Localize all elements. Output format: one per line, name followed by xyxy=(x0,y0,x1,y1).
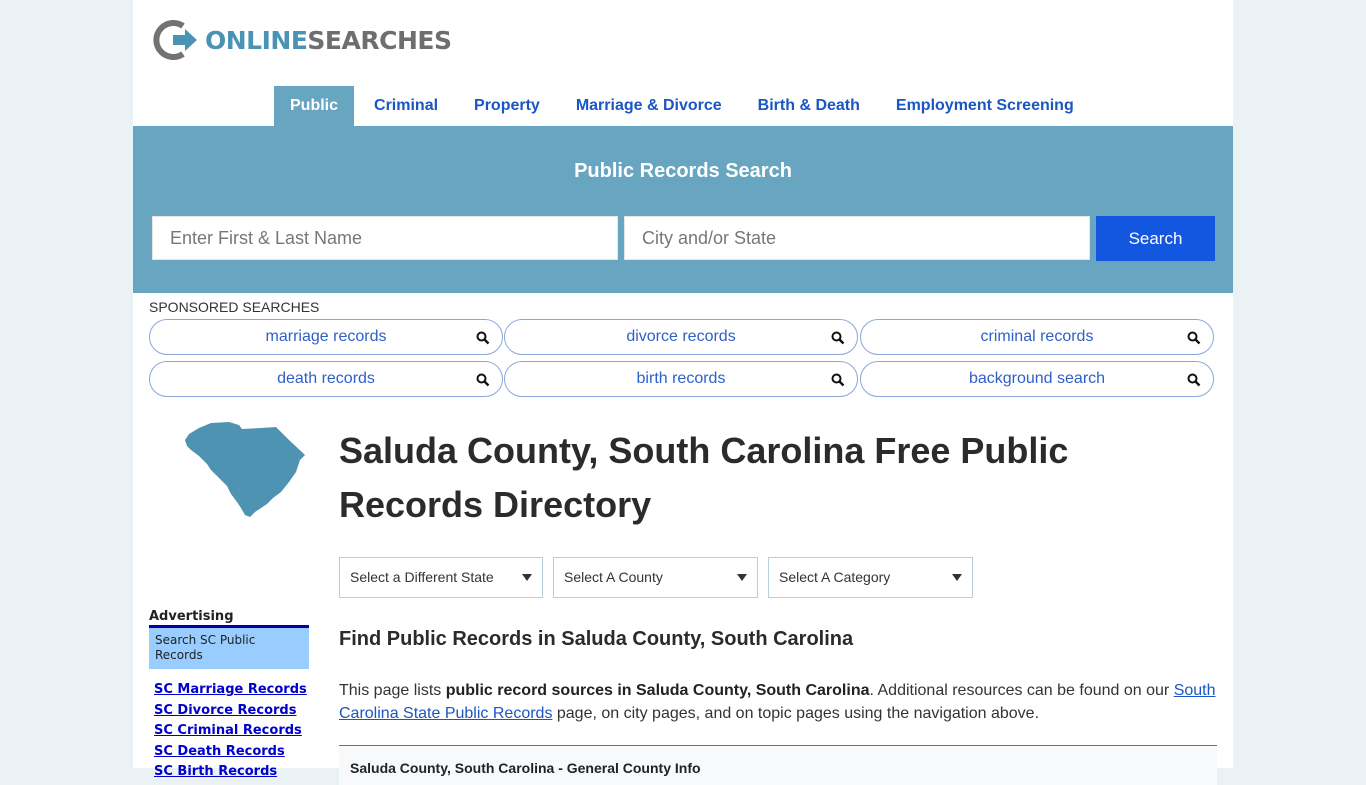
sponsored-criminal-records[interactable]: criminal records xyxy=(860,319,1214,355)
pill-label: divorce records xyxy=(626,328,736,345)
intro-bold: public record sources in Saluda County, … xyxy=(445,682,870,699)
sponsored-marriage-records[interactable]: marriage records xyxy=(149,319,503,355)
county-select[interactable]: Select A County xyxy=(553,557,758,598)
caret-down-icon xyxy=(737,574,747,581)
intro-text: page, on city pages, and on topic pages … xyxy=(552,704,1040,722)
caret-down-icon xyxy=(522,574,532,581)
county-select-value: Select A County xyxy=(564,569,663,585)
sidebar-link-birth[interactable]: SC Birth Records xyxy=(154,762,307,783)
nav-marriage-divorce[interactable]: Marriage & Divorce xyxy=(560,86,738,126)
nav-birth-death[interactable]: Birth & Death xyxy=(742,86,876,126)
category-select[interactable]: Select A Category xyxy=(768,557,973,598)
general-county-info-box: Saluda County, South Carolina - General … xyxy=(339,745,1217,785)
logo-text-searches: SEARCHES xyxy=(307,25,452,55)
search-icon xyxy=(1187,373,1201,387)
pill-label: criminal records xyxy=(980,328,1094,345)
sidebar-link-marriage[interactable]: SC Marriage Records xyxy=(154,680,307,701)
ad-box-title: Search SC Public Records xyxy=(149,625,309,669)
state-select[interactable]: Select a Different State xyxy=(339,557,543,598)
main-nav: Public Criminal Property Marriage & Divo… xyxy=(274,86,1094,126)
nav-employment-screening[interactable]: Employment Screening xyxy=(880,86,1090,126)
sponsored-death-records[interactable]: death records xyxy=(149,361,503,397)
pill-label: death records xyxy=(277,370,375,387)
location-input[interactable] xyxy=(624,216,1090,260)
section-heading: Find Public Records in Saluda County, So… xyxy=(339,628,854,650)
state-select-value: Select a Different State xyxy=(350,569,494,585)
sidebar-link-death[interactable]: SC Death Records xyxy=(154,742,307,763)
sidebar-link-divorce[interactable]: SC Divorce Records xyxy=(154,701,307,722)
search-hero: Public Records Search Search xyxy=(133,126,1233,293)
intro-text: This page lists xyxy=(339,682,446,699)
sponsored-label: SPONSORED SEARCHES xyxy=(149,299,320,315)
sidebar-link-criminal[interactable]: SC Criminal Records xyxy=(154,721,307,742)
sponsored-background-search[interactable]: background search xyxy=(860,361,1214,397)
category-select-value: Select A Category xyxy=(779,569,891,585)
nav-property[interactable]: Property xyxy=(458,86,556,126)
pill-label: marriage records xyxy=(265,328,387,345)
page-container: ONLINESEARCHES Public Criminal Property … xyxy=(133,0,1233,785)
sidebar-links: SC Marriage Records SC Divorce Records S… xyxy=(154,680,307,783)
pill-label: birth records xyxy=(636,370,726,387)
search-icon xyxy=(831,331,845,345)
site-logo[interactable]: ONLINESEARCHES xyxy=(153,18,452,62)
sponsored-divorce-records[interactable]: divorce records xyxy=(504,319,858,355)
logo-power-arrow-icon xyxy=(153,20,197,60)
caret-down-icon xyxy=(952,574,962,581)
intro-text: . Additional resources can be found on o… xyxy=(869,682,1174,699)
search-icon xyxy=(831,373,845,387)
south-carolina-map-icon xyxy=(185,422,305,517)
info-box-title: Saluda County, South Carolina - General … xyxy=(350,760,701,776)
search-icon xyxy=(476,331,490,345)
search-button[interactable]: Search xyxy=(1096,216,1215,261)
name-input[interactable] xyxy=(152,216,618,260)
hero-title: Public Records Search xyxy=(574,160,792,182)
intro-paragraph: This page lists public record sources in… xyxy=(339,680,1219,725)
page-title: Saluda County, South Carolina Free Publi… xyxy=(339,430,1069,525)
nav-public[interactable]: Public xyxy=(274,86,355,126)
nav-criminal[interactable]: Criminal xyxy=(358,86,454,126)
pill-label: background search xyxy=(968,370,1106,387)
advertising-label: Advertising xyxy=(149,609,234,624)
search-icon xyxy=(476,373,490,387)
logo-text-online: ONLINE xyxy=(205,25,308,55)
search-icon xyxy=(1187,331,1201,345)
sponsored-birth-records[interactable]: birth records xyxy=(504,361,858,397)
